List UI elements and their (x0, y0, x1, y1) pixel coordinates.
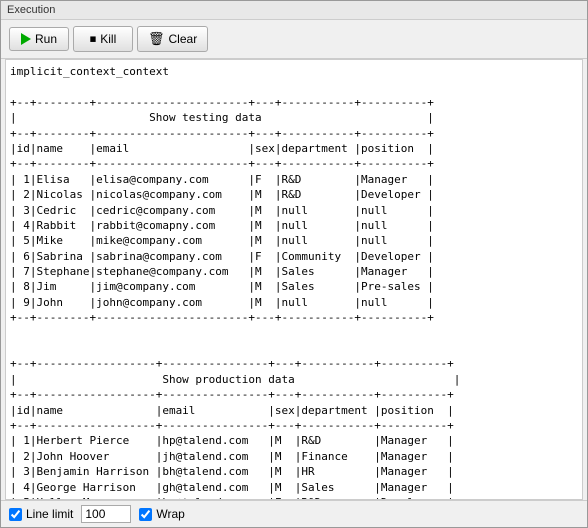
kill-label: Kill (100, 32, 116, 46)
footer: Line limit Wrap (1, 500, 587, 527)
run-button[interactable]: Run (9, 27, 69, 51)
toolbar: Run ⏹ Kill 🗑 Clear (1, 20, 587, 59)
output-scroll[interactable]: implicit_context_context +--+--------+--… (5, 59, 583, 500)
clear-label: Clear (169, 32, 198, 46)
wrap-checkbox[interactable] (139, 508, 152, 521)
clear-button[interactable]: 🗑 Clear (137, 26, 208, 52)
execution-window: Execution Run ⏹ Kill 🗑 Clear implicit_co… (0, 0, 588, 528)
kill-button[interactable]: ⏹ Kill (73, 26, 133, 52)
section-title: Execution (1, 1, 587, 20)
run-label: Run (35, 32, 57, 46)
line-limit-label: Line limit (9, 507, 73, 521)
content-area: implicit_context_context +--+--------+--… (1, 59, 587, 500)
run-icon (21, 33, 31, 45)
clear-icon: 🗑 (148, 31, 165, 47)
line-limit-checkbox[interactable] (9, 508, 22, 521)
wrap-label-container: Wrap (139, 507, 184, 521)
line-limit-input[interactable] (81, 505, 131, 523)
output-text: implicit_context_context +--+--------+--… (10, 64, 578, 500)
kill-icon: ⏹ (90, 31, 97, 47)
